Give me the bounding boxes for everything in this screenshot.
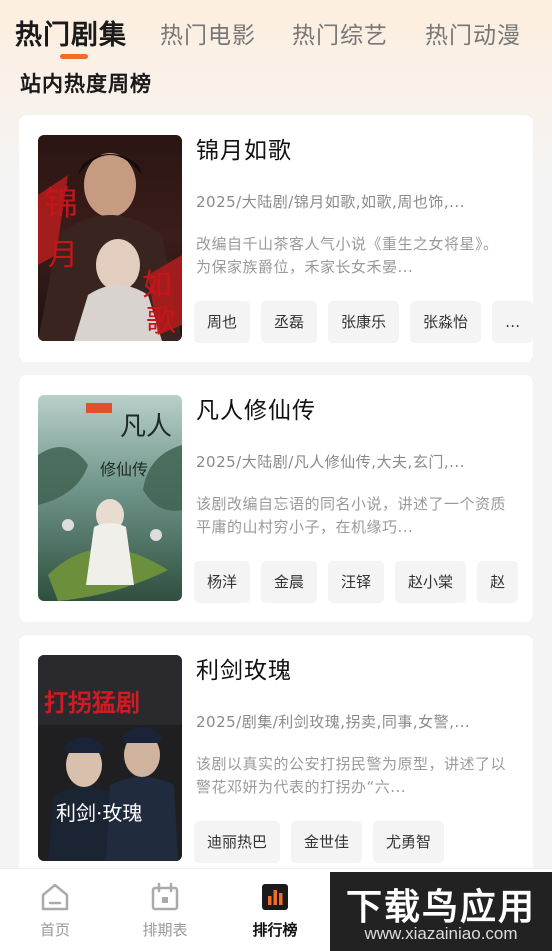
drama-meta: 2025/大陆剧/凡人修仙传,大夫,玄门,... xyxy=(196,453,465,471)
cast-list: 杨洋 金晨 汪铎 赵小棠赵 xyxy=(194,561,533,603)
active-tab-indicator xyxy=(60,54,88,59)
drama-card[interactable]: 凡人 修仙传 凡人修仙传 2025/大陆剧/凡人修仙传,大夫,玄门,... 该剧… xyxy=(19,375,533,622)
poster-art-jinyue: 锦 月 如 歌 xyxy=(38,135,182,341)
tab-hot-anime[interactable]: 热门动漫 xyxy=(425,16,521,50)
drama-card[interactable]: 锦 月 如 歌 锦月如歌 2025/大陆剧/锦月如歌,如歌,周也饰,... 改编… xyxy=(19,115,533,362)
drama-title[interactable]: 利剑玫瑰 xyxy=(196,651,292,685)
poster-image[interactable]: 打拐猛剧 利剑·玫瑰 xyxy=(38,655,182,861)
poster-title-char: 月 xyxy=(48,238,78,273)
tab-hot-movies[interactable]: 热门电影 xyxy=(160,16,256,50)
tab-hot-series[interactable]: 热门剧集 xyxy=(15,13,127,52)
cast-chip[interactable]: 汪铎 xyxy=(328,561,385,603)
home-icon xyxy=(41,883,69,911)
poster-title-text: 打拐猛剧 xyxy=(44,689,140,717)
poster-art-lijian: 打拐猛剧 利剑·玫瑰 xyxy=(38,655,182,861)
poster-title-char: 歌 xyxy=(146,304,176,339)
cast-chip[interactable]: 尤勇智 xyxy=(373,821,445,863)
poster-title-text: 凡人 xyxy=(120,412,172,442)
tab-hot-variety[interactable]: 热门综艺 xyxy=(292,16,388,50)
cast-chip[interactable]: 丞磊 xyxy=(261,301,318,343)
calendar-icon xyxy=(151,882,179,911)
cast-chip[interactable]: 金晨 xyxy=(261,561,318,603)
poster-title-char: 锦 xyxy=(44,184,78,224)
drama-title[interactable]: 锦月如歌 xyxy=(196,131,292,165)
watermark-url: www.xiazainiao.com xyxy=(364,924,518,943)
cast-chip[interactable]: 迪丽热巴 xyxy=(194,821,281,863)
category-tabs: 热门剧集 热门电影 热门综艺 热门动漫 xyxy=(0,0,552,62)
drama-description: 该剧以真实的公安打拐民警为原型，讲述了以警花邓妍为代表的打拐办“六... xyxy=(196,755,506,796)
cast-chip[interactable]: 金世佳 xyxy=(291,821,363,863)
poster-image[interactable]: 锦 月 如 歌 xyxy=(38,135,182,341)
cast-chip[interactable]: 赵小棠 xyxy=(395,561,467,603)
watermark-main-text: 下载鸟应用 xyxy=(345,887,536,928)
cast-chip[interactable]: 赵 xyxy=(477,561,519,603)
drama-meta: 2025/剧集/利剑玫瑰,拐卖,同事,女警,... xyxy=(196,713,471,731)
cast-chip[interactable]: … xyxy=(492,301,533,343)
drama-description: 该剧改编自忘语的同名小说，讲述了一个资质平庸的山村穷小子，在机缘巧... xyxy=(196,495,506,536)
nav-item-schedule[interactable]: 排期表 xyxy=(125,881,205,940)
poster-title-char: 如 xyxy=(142,268,172,303)
poster-title-text: 修仙传 xyxy=(100,460,148,479)
cast-chip[interactable]: 杨洋 xyxy=(194,561,251,603)
drama-meta: 2025/大陆剧/锦月如歌,如歌,周也饰,... xyxy=(196,193,465,211)
drama-description: 改编自千山茶客人气小说《重生之女将星》。为保家族爵位，禾家长女禾晏... xyxy=(196,235,499,276)
drama-card[interactable]: 打拐猛剧 利剑·玫瑰 利剑玫瑰 2025/剧集/利剑玫瑰,拐卖,同事,女警,..… xyxy=(19,635,533,882)
nav-item-ranking[interactable]: 排行榜 xyxy=(235,881,315,940)
cast-list: 周也 丞磊 张康乐 张淼怡… xyxy=(194,301,533,343)
cast-list: 迪丽热巴 金世佳 尤勇智 xyxy=(194,821,533,863)
nav-label: 排行榜 xyxy=(252,921,298,939)
poster-art-fanren: 凡人 修仙传 xyxy=(38,395,182,601)
cast-chip[interactable]: 周也 xyxy=(194,301,251,343)
nav-label: 排期表 xyxy=(142,921,188,939)
poster-title-text: 利剑·玫瑰 xyxy=(56,801,142,825)
watermark-logo: 下载鸟应用 www.xiazainiao.com xyxy=(330,872,552,951)
drama-title[interactable]: 凡人修仙传 xyxy=(196,391,316,425)
section-title: 站内热度周榜 xyxy=(20,72,152,96)
cast-chip[interactable]: 张淼怡 xyxy=(410,301,482,343)
nav-item-home[interactable]: 首页 xyxy=(15,881,95,940)
poster-image[interactable]: 凡人 修仙传 xyxy=(38,395,182,601)
nav-label: 首页 xyxy=(39,921,70,939)
cast-chip[interactable]: 张康乐 xyxy=(328,301,400,343)
ranking-icon xyxy=(262,884,288,910)
